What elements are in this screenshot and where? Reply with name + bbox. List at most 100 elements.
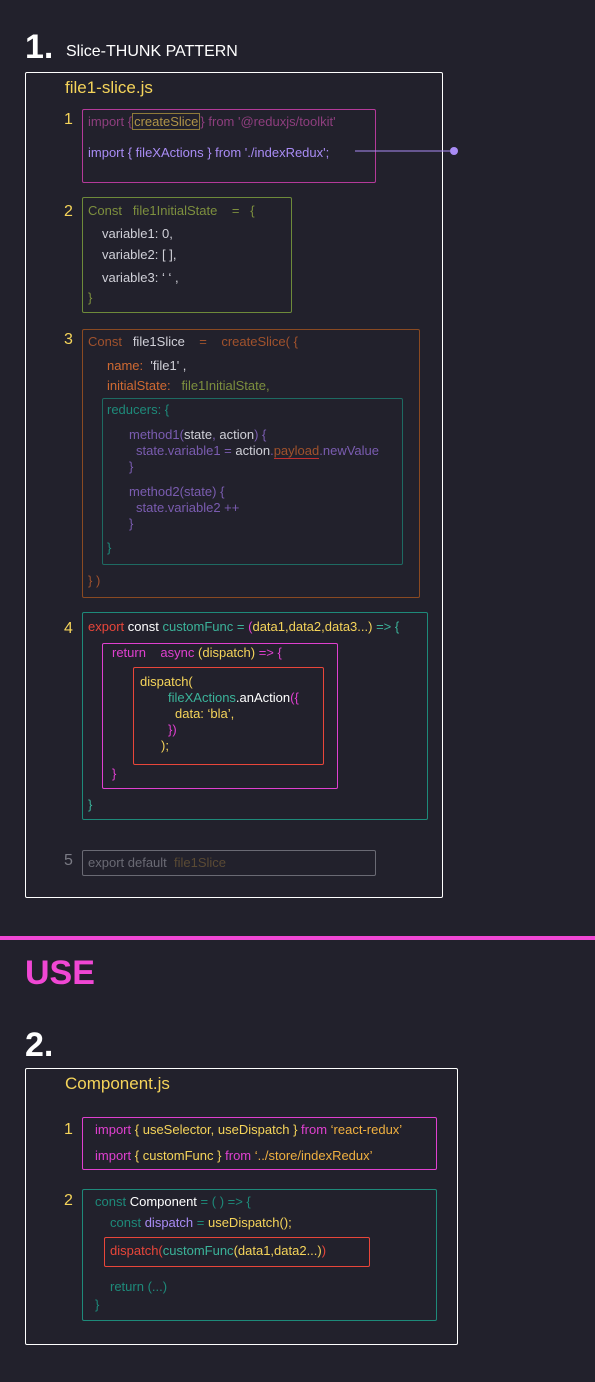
import-line-1: import {createSlice} from '@reduxjs/tool… <box>88 113 336 130</box>
method1-signature: method1(state, action) { <box>129 427 266 442</box>
createSlice-ident: createSlice <box>132 113 201 130</box>
paren: ) <box>321 1243 327 1258</box>
state-decl: Const file1InitialState = { <box>88 203 255 218</box>
brace: { <box>134 1122 140 1137</box>
thunk-decl: export const customFunc = (data1,data2,d… <box>88 619 399 634</box>
method2-signature: method2(state) { <box>129 484 224 499</box>
brace-close: } <box>107 540 112 555</box>
return-keyword: return <box>112 645 146 660</box>
block-number: 2 <box>64 203 73 220</box>
file-name: Component.js <box>65 1074 170 1093</box>
package-path: ‘react-redux’ <box>330 1122 403 1137</box>
arrow: => { <box>258 645 282 660</box>
name-prop: name: 'file1' , <box>107 358 186 373</box>
param: state <box>183 484 213 499</box>
param: state <box>183 427 213 442</box>
brace-close: } <box>129 459 134 474</box>
async-keyword: async <box>160 645 195 660</box>
dispatch-fn: dispatch( <box>110 1243 163 1258</box>
paren-close: ); <box>161 738 169 753</box>
equals: = <box>196 1215 205 1230</box>
brace: } <box>293 1122 298 1137</box>
equals: = <box>231 203 240 218</box>
paren-brace: ) { <box>212 484 225 499</box>
brace: { <box>134 1148 140 1163</box>
action-name: .anAction <box>235 690 291 705</box>
block-number: 3 <box>64 331 73 348</box>
paren-close: } ) <box>88 573 101 588</box>
component-decl: const Component = ( ) => { <box>95 1194 251 1209</box>
action-ref: action <box>235 443 271 458</box>
brace-close: } <box>112 766 117 781</box>
const-keyword: Const <box>88 334 122 349</box>
payload-prop: data: ‘bla’, <box>175 706 235 721</box>
file-name: file1-slice.js <box>65 78 153 97</box>
method-name: method1 <box>129 427 180 442</box>
const-keyword: const <box>110 1215 142 1230</box>
function-name: customFunc <box>162 619 234 634</box>
dispatch-decl: const dispatch = useDispatch(); <box>110 1215 292 1230</box>
action-call: fileXActions.anAction({ <box>168 690 299 705</box>
params: data1,data2,data3...) <box>252 619 373 634</box>
assignment: .variable1 = <box>164 443 236 458</box>
block-number: 1 <box>64 111 73 128</box>
arrow: => { <box>376 619 400 634</box>
new-value: .newValue <box>319 443 379 458</box>
brace-close: } <box>129 516 134 531</box>
from-keyword: from <box>208 114 235 129</box>
export-line: export default file1Slice <box>88 855 226 870</box>
section-number: 2. <box>25 1026 54 1064</box>
block-number: 1 <box>64 1121 73 1138</box>
state-variable: variable1: 0, <box>102 226 173 241</box>
brace: { <box>250 203 255 218</box>
export-name: file1Slice <box>174 855 227 870</box>
module-path: ‘../store/indexRedux’ <box>254 1148 373 1163</box>
brace-close: } <box>88 797 93 812</box>
from-keyword: from <box>301 1122 328 1137</box>
createSlice-call: createSlice( { <box>221 334 298 349</box>
payload-ref: payload <box>273 443 320 459</box>
brace: } <box>217 1148 222 1163</box>
return-line: return (...) <box>110 1279 168 1294</box>
brace-close: } <box>95 1297 100 1312</box>
method-name: method2 <box>129 484 180 499</box>
customFunc-call: customFunc <box>162 1243 234 1258</box>
return-line: return async (dispatch) => { <box>112 645 282 660</box>
useDispatch-ident: useDispatch <box>217 1122 290 1137</box>
state-variable: variable3: ‘ ‘ , <box>102 270 179 285</box>
connector-line <box>355 147 458 155</box>
section-title: Slice-THUNK PATTERN <box>66 43 238 60</box>
component-name: Component <box>129 1194 197 1209</box>
method2-body: state.variable2 ++ <box>136 500 239 515</box>
prop-value: file1InitialState, <box>181 378 270 393</box>
export-default: export default <box>88 855 167 870</box>
import-line-1: import { useSelector, useDispatch } from… <box>95 1122 402 1137</box>
dispatch-call: dispatch( <box>140 674 193 689</box>
block-number: 5 <box>64 852 73 869</box>
import-keyword: import <box>88 114 125 129</box>
useSelector-ident: useSelector, <box>142 1122 215 1137</box>
method1-body: state.variable1 = action.payload.newValu… <box>136 443 379 459</box>
const-keyword: const <box>127 619 159 634</box>
useDispatch-call: useDispatch <box>207 1215 280 1230</box>
package-path: '@reduxjs/toolkit' <box>238 114 336 129</box>
customFunc-ident: customFunc <box>142 1148 214 1163</box>
import-keyword: import <box>95 1122 132 1137</box>
from-keyword: from <box>225 1148 252 1163</box>
paren: (); <box>279 1215 292 1230</box>
block-number: 4 <box>64 620 73 637</box>
param: action <box>219 427 255 442</box>
args: (data1,data2...) <box>233 1243 322 1258</box>
reducers-key: reducers: { <box>107 402 170 417</box>
import-line-2: import { customFunc } from ‘../store/ind… <box>95 1148 373 1163</box>
paren-close: }) <box>168 722 177 737</box>
const-keyword: Const <box>88 203 122 218</box>
state-ref: state <box>136 500 165 515</box>
reducers-block <box>102 398 403 565</box>
equals: = <box>199 334 207 349</box>
block-number: 2 <box>64 1192 73 1209</box>
state-ref: state <box>136 443 165 458</box>
prop-value: 'file1' , <box>150 358 187 373</box>
state-name: file1InitialState <box>132 203 218 218</box>
equals: = <box>236 619 245 634</box>
